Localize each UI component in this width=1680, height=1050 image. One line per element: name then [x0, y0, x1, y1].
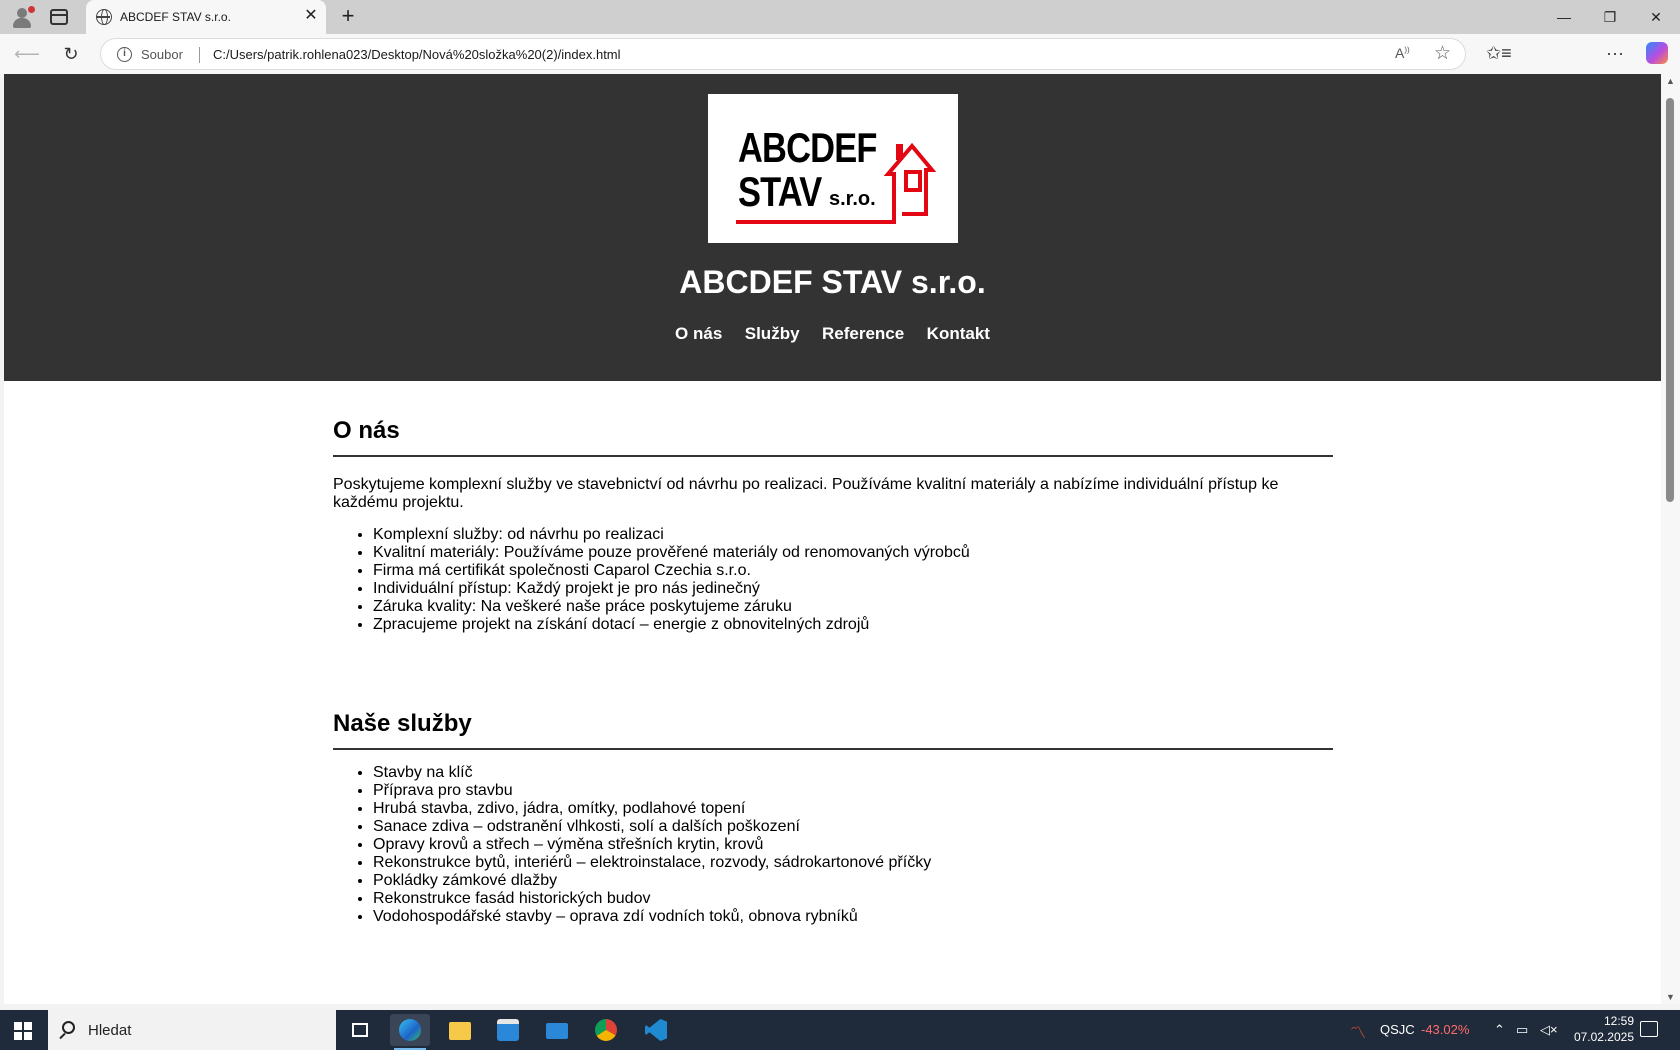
nav-link-reference[interactable]: Reference	[822, 324, 904, 344]
minimize-button[interactable]: —	[1546, 6, 1582, 28]
nav-link-sluzby[interactable]: Služby	[745, 324, 800, 344]
taskbar-search-placeholder: Hledat	[88, 1022, 132, 1039]
microsoft-store-icon[interactable]	[488, 1014, 528, 1046]
list-item: Rekonstrukce bytů, interiérů – elektroin…	[373, 854, 1333, 872]
scrollbar-thumb[interactable]	[1666, 98, 1674, 502]
company-logo[interactable]: ABCDEF STAV s.r.o.	[708, 94, 958, 243]
network-icon[interactable]: ▭	[1516, 1022, 1528, 1038]
notification-dot	[28, 6, 35, 13]
browser-toolbar: ⟵ ↻ i Soubor C:/Users/patrik.rohlena023/…	[0, 34, 1680, 74]
mail-icon[interactable]	[537, 1014, 577, 1046]
reload-button[interactable]: ↻	[58, 42, 84, 66]
list-item: Vodohospodářské stavby – oprava zdí vodn…	[373, 908, 1333, 926]
globe-icon	[96, 9, 112, 25]
windows-start-icon[interactable]	[14, 1022, 32, 1040]
vscode-icon[interactable]	[636, 1014, 676, 1046]
read-aloud-icon[interactable]: A))	[1395, 45, 1410, 61]
tab-title: ABCDEF STAV s.r.o.	[120, 10, 231, 24]
list-item: Příprava pro stavbu	[373, 782, 1333, 800]
windows-taskbar: Hledat 〽 QSJC -43.02% ⌃ ▭ ◁× 12:59 07.02…	[0, 1010, 1680, 1050]
browser-tab-strip: ABCDEF STAV s.r.o. ✕ + — ❐ ✕	[0, 0, 1680, 34]
list-item: Komplexní služby: od návrhu po realizaci	[373, 526, 1333, 544]
back-button[interactable]: ⟵	[14, 42, 40, 66]
list-item: Rekonstrukce fasád historických budov	[373, 890, 1333, 908]
services-list: Stavby na klíč Příprava pro stavbu Hrubá…	[333, 764, 1333, 926]
search-icon	[62, 1021, 75, 1034]
list-item: Stavby na klíč	[373, 764, 1333, 782]
scheme-label: Soubor	[141, 47, 183, 62]
chrome-icon[interactable]	[586, 1014, 626, 1046]
file-explorer-icon[interactable]	[440, 1014, 480, 1046]
about-intro: Poskytujeme komplexní služby ve stavebni…	[333, 476, 1279, 511]
nav-link-o-nas[interactable]: O nás	[675, 324, 722, 344]
stock-trend-icon: 〽	[1350, 1025, 1367, 1042]
logo-line-1: ABCDEF	[738, 124, 877, 171]
list-item: Kvalitní materiály: Používáme pouze prov…	[373, 544, 1333, 562]
browser-tab[interactable]: ABCDEF STAV s.r.o. ✕	[86, 0, 326, 34]
edge-icon[interactable]	[390, 1014, 430, 1050]
list-item: Individuální přístup: Každý projekt je p…	[373, 580, 1333, 598]
stock-symbol[interactable]: QSJC	[1380, 1022, 1415, 1037]
site-info-icon[interactable]: i	[117, 47, 132, 62]
logo-line-2: STAV	[738, 168, 822, 215]
list-item: Záruka kvality: Na veškeré naše práce po…	[373, 598, 1333, 616]
nav-link-kontakt[interactable]: Kontakt	[927, 324, 990, 344]
logo-suffix: s.r.o.	[829, 188, 876, 210]
list-item: Opravy krovů a střech – výměna střešních…	[373, 836, 1333, 854]
list-item: Zpracujeme projekt na získání dotací – e…	[373, 616, 1333, 634]
window-close-button[interactable]: ✕	[1638, 6, 1674, 28]
profile-icon[interactable]	[10, 6, 35, 28]
more-menu-icon[interactable]: ···	[1606, 40, 1624, 66]
volume-icon[interactable]: ◁×	[1540, 1022, 1558, 1038]
clock-date: 07.02.2025	[1573, 1030, 1634, 1044]
favorite-star-icon[interactable]: ☆	[1434, 42, 1451, 65]
site-header: ABCDEF STAV s.r.o. ABCDEF STAV s.r.o. O …	[4, 74, 1661, 381]
site-title: ABCDEF STAV s.r.o.	[679, 264, 986, 300]
notification-center-icon[interactable]	[1640, 1021, 1658, 1037]
tray-overflow-icon[interactable]: ⌃	[1494, 1022, 1505, 1038]
list-item: Sanace zdiva – odstranění vlhkosti, solí…	[373, 818, 1333, 836]
about-list: Komplexní služby: od návrhu po realizaci…	[333, 526, 1333, 634]
favorites-icon[interactable]: ✩≡	[1486, 40, 1512, 66]
taskbar-search[interactable]: Hledat	[48, 1010, 336, 1050]
list-item: Hrubá stavba, zdivo, jádra, omítky, podl…	[373, 800, 1333, 818]
new-tab-button[interactable]: +	[336, 4, 360, 28]
page-scrollbar[interactable]: ▲ ▼	[1661, 74, 1680, 1004]
divider	[199, 47, 200, 63]
list-item: Firma má certifikát společnosti Caparol …	[373, 562, 1333, 580]
tab-close-button[interactable]: ✕	[302, 7, 320, 25]
maximize-button[interactable]: ❐	[1592, 6, 1628, 28]
about-heading: O nás	[333, 417, 1333, 457]
url-text[interactable]: C:/Users/patrik.rohlena023/Desktop/Nová%…	[213, 47, 621, 62]
scroll-up-icon[interactable]: ▲	[1666, 76, 1675, 86]
site-nav: O nás Služby Reference Kontakt	[4, 324, 1661, 344]
task-view-icon[interactable]	[340, 1014, 380, 1046]
clock-time: 12:59	[1603, 1014, 1634, 1028]
copilot-icon[interactable]	[1646, 42, 1668, 64]
main-content: O nás Poskytujeme komplexní služby ve st…	[333, 417, 1333, 926]
address-bar[interactable]: i Soubor C:/Users/patrik.rohlena023/Desk…	[100, 38, 1466, 70]
services-heading: Naše služby	[333, 710, 1333, 750]
tab-actions-icon[interactable]	[50, 9, 68, 25]
stock-change[interactable]: -43.02%	[1421, 1022, 1469, 1037]
page-viewport: ABCDEF STAV s.r.o. ABCDEF STAV s.r.o. O …	[4, 74, 1661, 1004]
scroll-down-icon[interactable]: ▼	[1666, 992, 1675, 1002]
list-item: Pokládky zámkové dlažby	[373, 872, 1333, 890]
taskbar-clock[interactable]: 12:59 07.02.2025	[1560, 1013, 1634, 1045]
